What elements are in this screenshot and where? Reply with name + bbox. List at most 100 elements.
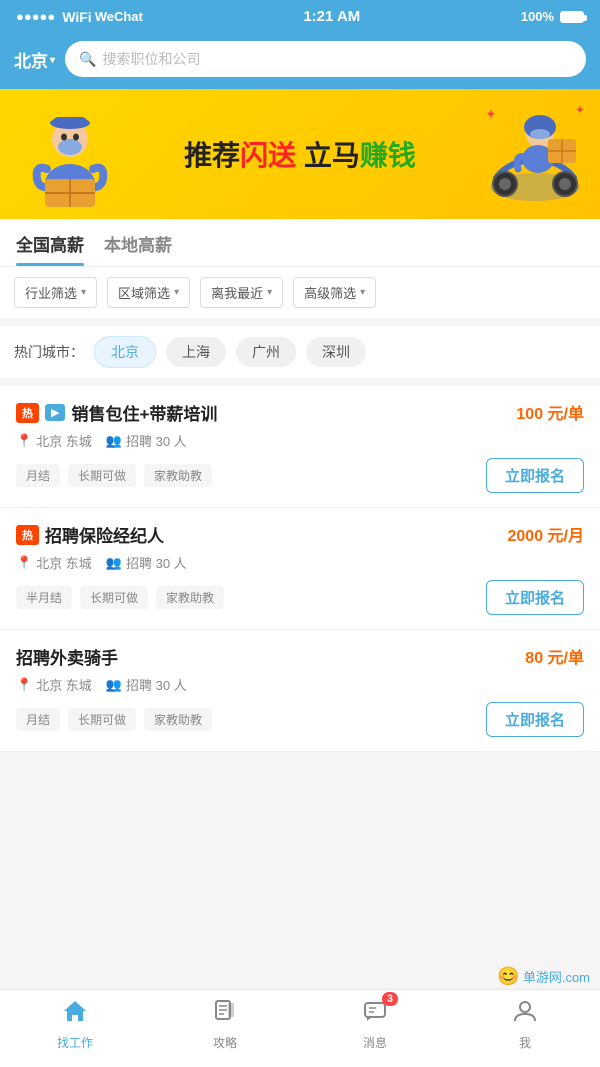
search-placeholder: 搜索职位和公司 [102,49,200,69]
filter-advanced[interactable]: 高级筛选 ▾ [293,277,376,308]
apply-button-3[interactable]: 立即报名 [486,702,584,737]
home-icon [62,998,88,1031]
nav-strategy[interactable]: 攻略 [190,998,260,1051]
job-salary: 2000 元/月 [508,522,585,546]
tab-local[interactable]: 本地高薪 [104,231,172,266]
status-bar: ●●●●● WiFi WeChat 1:21 AM 100% [0,0,600,33]
hot-badge: 热 [16,403,39,423]
city-chip-shanghai[interactable]: 上海 [166,337,226,367]
city-name: 北京 [14,47,48,72]
banner-text: 推荐闪送 立马赚钱 [184,134,416,174]
job-card-1: 热 ▶ 销售包住+带薪培训 100 元/单 📍 北京 东城 👥 招聘 30 人 … [0,386,600,508]
job-salary: 100 元/单 [516,400,584,424]
chat-icon [362,1003,388,1030]
jobs-list: 热 ▶ 销售包住+带薪培训 100 元/单 📍 北京 东城 👥 招聘 30 人 … [0,386,600,752]
banner-middle: 立马 [296,140,360,171]
location-icon: 📍 [16,555,32,571]
search-bar[interactable]: 🔍 搜索职位和公司 [65,41,586,77]
tag-0: 月结 [16,708,60,731]
wifi-icon: WiFi [62,9,91,25]
tag-1: 长期可做 [68,464,136,487]
nav-find-job-label: 找工作 [57,1034,93,1051]
tag-2: 家教助教 [144,708,212,731]
city-selector[interactable]: 北京 ▾ [14,47,55,72]
tag-1: 长期可做 [80,586,148,609]
filter-industry[interactable]: 行业筛选 ▾ [14,277,97,308]
tag-2: 家教助教 [156,586,224,609]
person-icon [512,998,538,1031]
filter-nearby[interactable]: 离我最近 ▾ [200,277,283,308]
job-location: 📍 北京 东城 [16,553,92,572]
delivery-person-left-icon: ¥ [15,99,125,209]
banner-right-illustration: ✦ ✦ [470,89,600,219]
location-icon: 📍 [16,677,32,693]
message-badge: 3 [382,992,398,1006]
signal-dots: ●●●●● [16,9,55,24]
chevron-down-icon: ▾ [174,287,179,298]
tag-0: 半月结 [16,586,72,609]
job-location: 📍 北京 东城 [16,431,92,450]
battery-icon [560,11,584,23]
people-icon: 👥 [106,555,122,571]
svg-text:✦: ✦ [485,106,497,122]
nav-profile[interactable]: 我 [490,998,560,1051]
nav-message-label: 消息 [363,1034,387,1051]
svg-text:✦: ✦ [575,103,585,117]
people-icon: 👥 [106,433,122,449]
chevron-down-icon: ▾ [360,287,365,298]
location-icon: 📍 [16,433,32,449]
job-card-2: 热 招聘保险经纪人 2000 元/月 📍 北京 东城 👥 招聘 30 人 半月结… [0,508,600,630]
nav-strategy-label: 攻略 [213,1034,237,1051]
banner-flash: 闪送 [240,140,296,171]
banner[interactable]: ¥ 推荐闪送 立马赚钱 [0,89,600,219]
job-title: 招聘外卖骑手 [16,644,118,669]
banner-earn: 赚钱 [360,140,416,171]
job-location: 📍 北京 东城 [16,675,92,694]
filter-row: 行业筛选 ▾ 区域筛选 ▾ 离我最近 ▾ 高级筛选 ▾ [0,267,600,318]
city-chip-beijing[interactable]: 北京 [94,336,156,368]
chevron-down-icon: ▾ [81,287,86,298]
people-icon: 👥 [106,677,122,693]
nav-find-job[interactable]: 找工作 [40,998,110,1051]
tabs-section: 全国高薪 本地高薪 [0,219,600,267]
banner-left-illustration: ¥ [0,89,140,219]
carrier-label: WeChat [95,9,143,24]
status-time: 1:21 AM [303,8,360,25]
job-tags-row: 月结 长期可做 家教助教 立即报名 [16,458,584,493]
status-battery: 100% [521,9,584,24]
apply-button-1[interactable]: 立即报名 [486,458,584,493]
hot-badge: 热 [16,525,39,545]
banner-prefix: 推荐 [184,140,240,171]
watermark: 😊 单游网.com [497,966,590,987]
chevron-down-icon: ▾ [267,287,272,298]
job-title: 销售包住+带薪培训 [71,400,217,425]
hot-cities: 热门城市： 北京 上海 广州 深圳 [0,326,600,378]
nav-message[interactable]: 3 消息 [340,998,410,1051]
book-icon [212,998,238,1031]
city-chip-guangzhou[interactable]: 广州 [236,337,296,367]
tab-national[interactable]: 全国高薪 [16,231,84,266]
hot-cities-label: 热门城市： [14,342,84,362]
job-salary: 80 元/单 [525,644,584,668]
tag-0: 月结 [16,464,60,487]
bottom-nav: 找工作 攻略 3 消息 [0,989,600,1067]
job-card-3: 招聘外卖骑手 80 元/单 📍 北京 东城 👥 招聘 30 人 月结 长期可做 … [0,630,600,752]
apply-button-2[interactable]: 立即报名 [486,580,584,615]
nav-profile-label: 我 [519,1034,531,1051]
city-chip-shenzhen[interactable]: 深圳 [306,337,366,367]
job-tags-row: 半月结 长期可做 家教助教 立即报名 [16,580,584,615]
header: 北京 ▾ 🔍 搜索职位和公司 [0,33,600,89]
job-title: 招聘保险经纪人 [45,522,164,547]
job-headcount: 👥 招聘 30 人 [106,431,187,450]
video-badge: ▶ [45,404,65,421]
tag-2: 家教助教 [144,464,212,487]
job-tags-row: 月结 长期可做 家教助教 立即报名 [16,702,584,737]
chevron-down-icon: ▾ [50,55,55,66]
delivery-scooter-icon: ✦ ✦ [480,99,590,209]
job-headcount: 👥 招聘 30 人 [106,553,187,572]
job-headcount: 👥 招聘 30 人 [106,675,187,694]
watermark-text: 单游网.com [523,967,590,986]
svg-text:¥: ¥ [35,116,44,133]
tag-1: 长期可做 [68,708,136,731]
filter-area[interactable]: 区域筛选 ▾ [107,277,190,308]
